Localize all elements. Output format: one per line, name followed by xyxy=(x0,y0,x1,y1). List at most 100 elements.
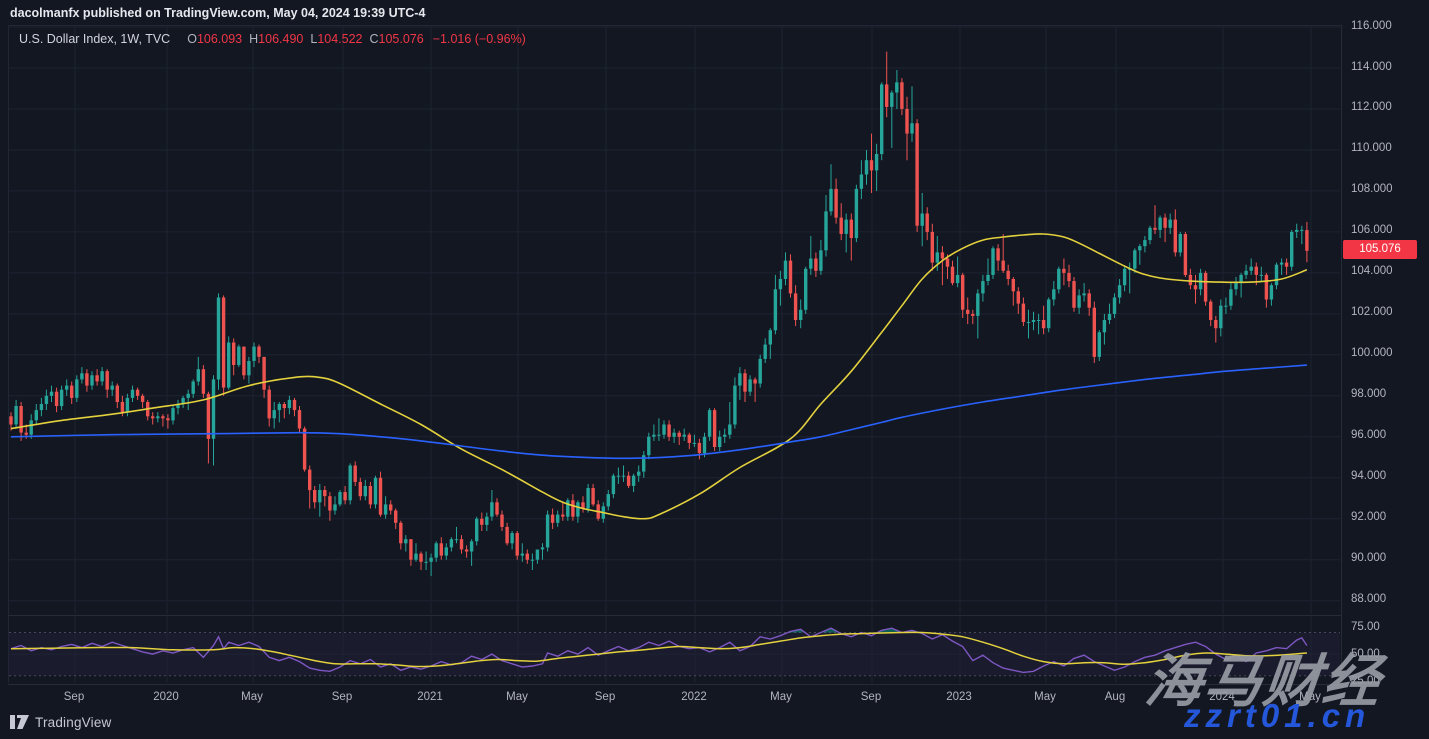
tradingview-brand[interactable]: TradingView xyxy=(10,715,112,730)
candle xyxy=(237,347,240,365)
rsi-chart[interactable] xyxy=(9,616,1340,683)
candle xyxy=(1012,279,1015,291)
candle xyxy=(1143,240,1146,246)
rsi-indicator-pane[interactable] xyxy=(8,616,1341,683)
candle xyxy=(647,437,650,455)
candle xyxy=(1250,267,1253,271)
candle xyxy=(500,515,503,527)
candle xyxy=(632,476,635,486)
candle xyxy=(95,375,98,381)
candle xyxy=(875,154,878,170)
main-chart-pane[interactable]: U.S. Dollar Index, 1W, TVCO106.093H106.4… xyxy=(8,25,1341,615)
candle xyxy=(541,547,544,549)
candle xyxy=(273,410,276,418)
candle xyxy=(465,550,468,552)
candle xyxy=(298,410,301,428)
candle xyxy=(951,267,954,283)
candle xyxy=(126,398,129,412)
candlestick-chart[interactable] xyxy=(9,26,1340,614)
candle xyxy=(1133,250,1136,268)
candle xyxy=(90,375,93,385)
candle xyxy=(288,400,291,408)
candle xyxy=(1179,234,1182,252)
candle xyxy=(1285,263,1288,267)
candle xyxy=(460,539,463,549)
candle xyxy=(217,298,220,380)
candle xyxy=(1108,314,1111,320)
candle xyxy=(1037,320,1040,321)
candle xyxy=(161,416,164,418)
candle xyxy=(116,386,119,402)
candle xyxy=(683,435,686,437)
candle xyxy=(723,435,726,437)
candle xyxy=(809,259,812,269)
candle xyxy=(961,275,964,310)
tradingview-brand-text[interactable]: TradingView xyxy=(35,715,112,730)
candle xyxy=(450,539,453,547)
candle xyxy=(566,500,569,516)
candle xyxy=(931,232,934,263)
candle xyxy=(1204,273,1207,302)
candle xyxy=(627,476,630,486)
candle xyxy=(1265,275,1268,300)
candle xyxy=(323,490,326,496)
candle xyxy=(111,386,114,390)
candle xyxy=(1209,302,1212,320)
candle xyxy=(698,443,701,453)
candle xyxy=(435,543,438,557)
grid-layer xyxy=(9,26,1340,614)
candle xyxy=(268,390,271,419)
candle xyxy=(526,554,529,560)
candle xyxy=(652,435,655,437)
candle xyxy=(257,347,260,357)
candle xyxy=(799,310,802,320)
time-tick-label: Sep xyxy=(332,691,352,703)
candle xyxy=(445,547,448,555)
candle xyxy=(187,394,190,398)
candle xyxy=(14,406,17,424)
candle xyxy=(283,404,286,408)
price-tick-label: 108.000 xyxy=(1351,182,1393,197)
candle xyxy=(455,539,458,540)
candle xyxy=(910,123,913,133)
price-tick-label: 110.000 xyxy=(1351,141,1392,156)
candle xyxy=(865,160,868,174)
candle xyxy=(1169,220,1172,228)
candle xyxy=(774,289,777,330)
price-axis[interactable]: 116.000114.000112.000110.000108.000106.0… xyxy=(1341,0,1429,739)
time-tick-label: 2023 xyxy=(946,691,972,703)
candle xyxy=(1062,269,1065,273)
candle xyxy=(333,504,336,510)
tradingview-snapshot: dacolmanfx published on TradingView.com,… xyxy=(0,0,1429,739)
time-axis[interactable]: Sep2020MaySep2021MaySep2022MaySep2023May… xyxy=(8,684,1341,708)
high-value: 106.490 xyxy=(258,32,303,46)
candle xyxy=(733,386,736,425)
candle xyxy=(921,214,924,226)
candle xyxy=(1300,230,1303,231)
time-tick-label: Sep xyxy=(595,691,615,703)
candle xyxy=(242,347,245,376)
time-tick-label: Sep xyxy=(64,691,84,703)
chart-legend[interactable]: U.S. Dollar Index, 1W, TVCO106.093H106.4… xyxy=(19,32,526,46)
candle xyxy=(678,433,681,437)
candle xyxy=(976,293,979,316)
candle xyxy=(991,248,994,275)
candle xyxy=(1072,281,1075,308)
price-tick-label: 100.000 xyxy=(1351,346,1393,361)
candle xyxy=(338,492,341,504)
symbol-title[interactable]: U.S. Dollar Index, 1W, TVC xyxy=(19,32,170,46)
candle xyxy=(45,396,48,404)
candle xyxy=(1098,332,1101,357)
candle xyxy=(1052,289,1055,299)
candle xyxy=(440,543,443,555)
price-tick-label: 96.000 xyxy=(1351,428,1386,443)
candle xyxy=(131,390,134,398)
candle xyxy=(1057,269,1060,290)
candle xyxy=(1017,291,1020,303)
candle xyxy=(728,425,731,435)
candle xyxy=(505,527,508,543)
candle xyxy=(354,466,357,482)
candle xyxy=(1244,271,1247,275)
candle xyxy=(672,433,675,437)
candle xyxy=(759,359,762,384)
